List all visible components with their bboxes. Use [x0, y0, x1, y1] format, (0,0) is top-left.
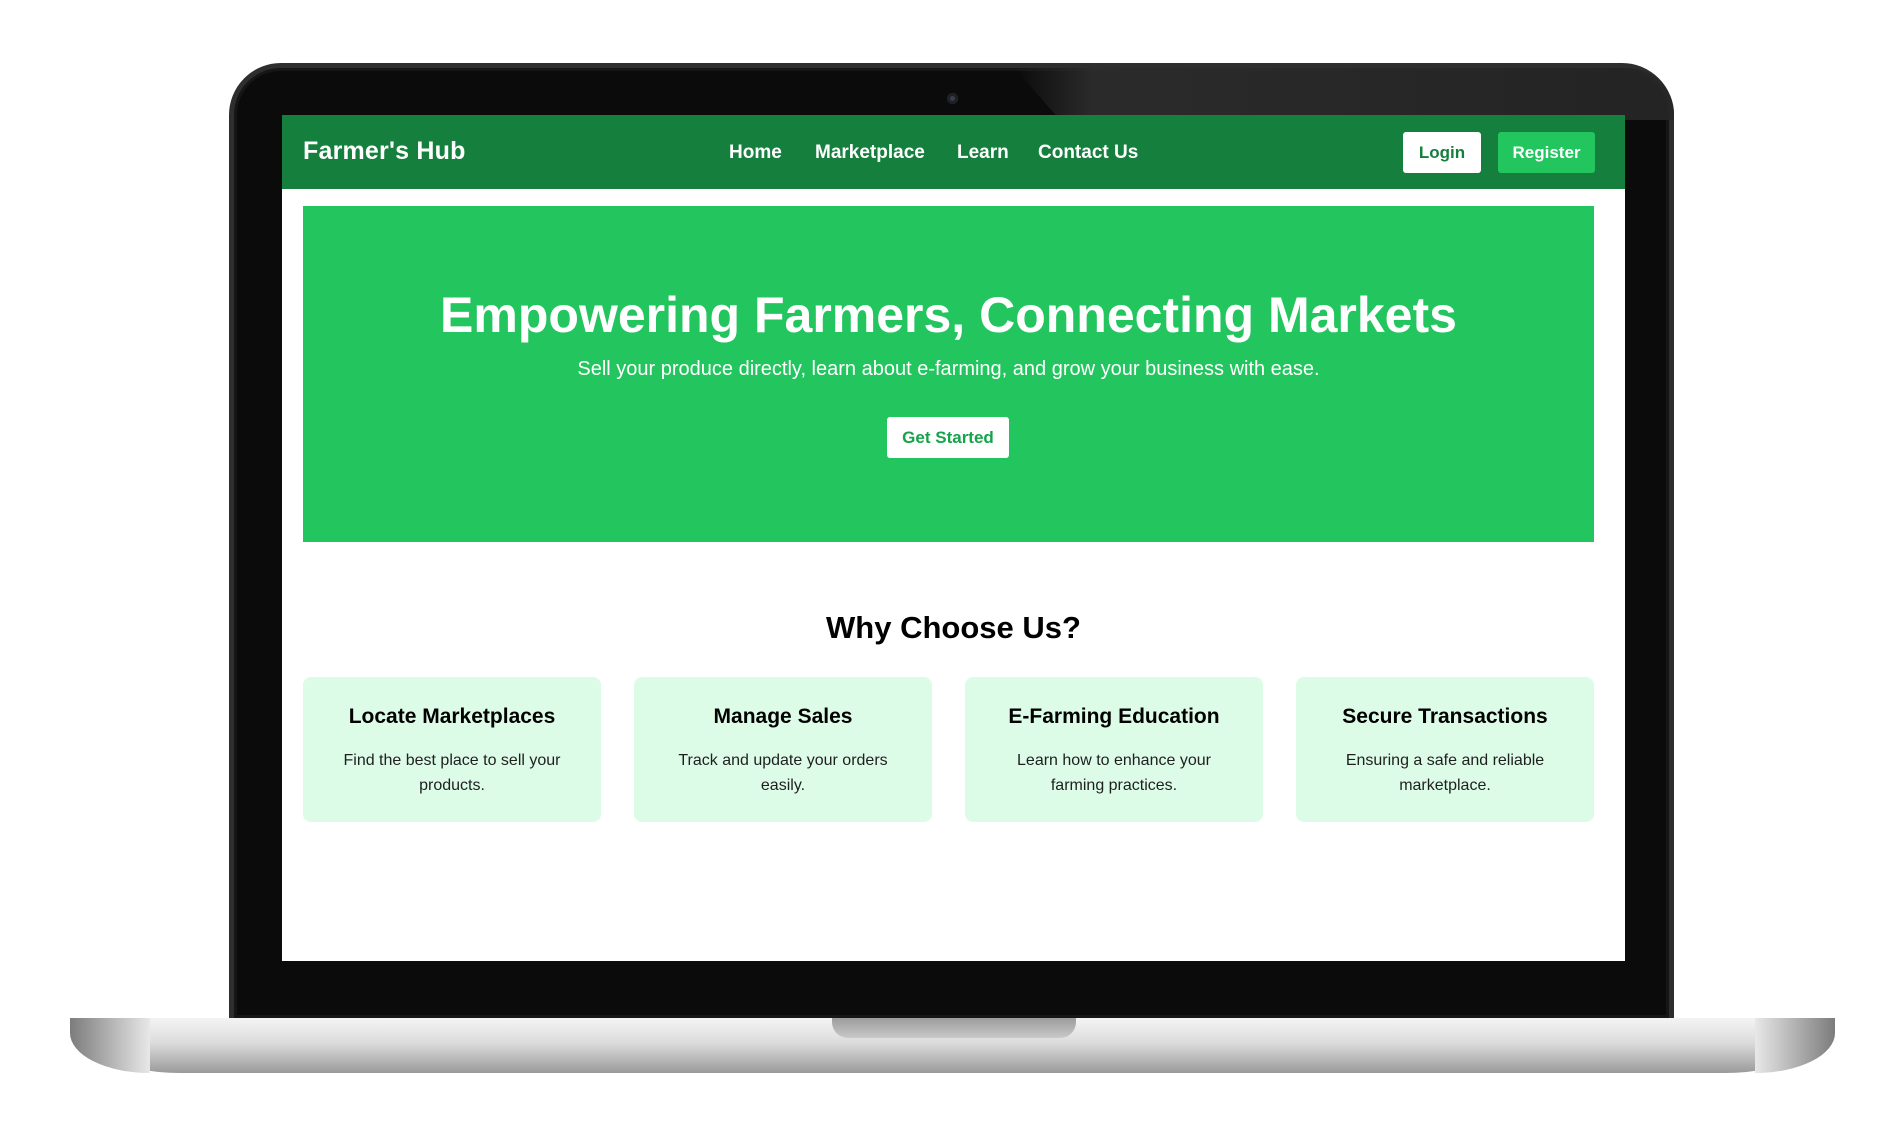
feature-card-title: Manage Sales [713, 705, 853, 728]
laptop-screen: Farmer's Hub Home Marketplace Learn Cont… [282, 115, 1625, 961]
get-started-button[interactable]: Get Started [887, 417, 1009, 458]
feature-card-secure-transactions: Secure Transactions Ensuring a safe and … [1296, 677, 1594, 822]
feature-card-title: E-Farming Education [1008, 705, 1220, 728]
laptop-base-left-edge [70, 1018, 150, 1073]
feature-card-title: Locate Marketplaces [348, 705, 556, 728]
laptop-base-notch [832, 1018, 1076, 1038]
feature-card-locate-marketplaces: Locate Marketplaces Find the best place … [303, 677, 601, 822]
lid-glare [1014, 68, 1674, 120]
hero-banner: Empowering Farmers, Connecting Markets S… [303, 206, 1594, 542]
feature-card-text: Track and update your orders easily. [678, 752, 888, 794]
nav-link-learn[interactable]: Learn [957, 139, 1009, 167]
feature-card-text: Ensuring a safe and reliable marketplace… [1345, 752, 1545, 794]
nav-link-marketplace[interactable]: Marketplace [815, 139, 925, 167]
feature-card-text: Learn how to enhance your farming practi… [1017, 752, 1211, 794]
feature-card-title: Secure Transactions [1342, 705, 1548, 728]
feature-card-e-farming-education: E-Farming Education Learn how to enhance… [965, 677, 1263, 822]
hero-subtitle: Sell your produce directly, learn about … [577, 358, 1320, 380]
hero-title: Empowering Farmers, Connecting Markets [440, 287, 1457, 343]
features-heading: Why Choose Us? [826, 610, 1081, 645]
camera-icon [947, 93, 958, 104]
feature-card-text: Find the best place to sell your product… [343, 752, 561, 794]
laptop-base-right-edge [1755, 1018, 1835, 1073]
nav-link-contact-us[interactable]: Contact Us [1038, 139, 1138, 167]
login-button[interactable]: Login [1403, 132, 1481, 173]
register-button[interactable]: Register [1498, 132, 1595, 173]
nav-link-home[interactable]: Home [729, 139, 782, 167]
feature-card-manage-sales: Manage Sales Track and update your order… [634, 677, 932, 822]
navbar: Farmer's Hub Home Marketplace Learn Cont… [282, 115, 1625, 189]
